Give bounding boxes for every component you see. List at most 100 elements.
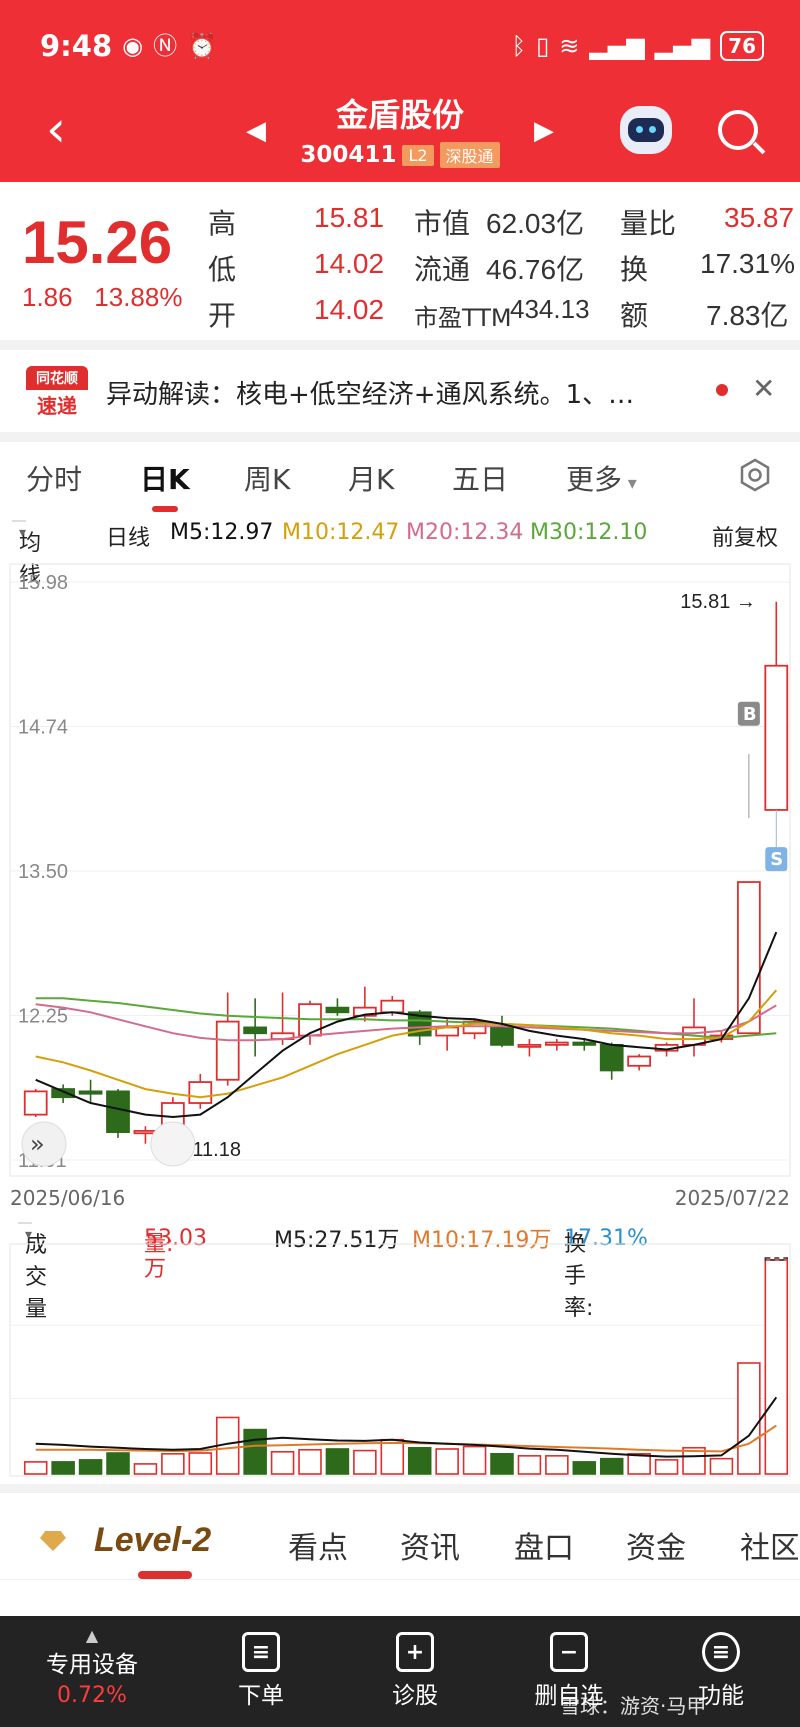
tab-level2[interactable]: Level-2	[94, 1521, 211, 1560]
stock-name: 金盾股份	[335, 96, 464, 134]
gear-icon[interactable]	[738, 458, 772, 492]
alarm-icon: ⏰	[187, 32, 217, 60]
pe-value: 434.13	[510, 294, 590, 324]
turnover-value: 17.31%	[700, 248, 795, 279]
quote-panel: 15.26 1.86 13.88% 高 15.81 低 14.02 开 14.0…	[0, 182, 800, 332]
candle-body	[51, 1088, 76, 1099]
industry-button[interactable]: ▲ 专用设备 0.72%	[30, 1626, 154, 1708]
date-end: 2025/07/22	[674, 1186, 790, 1210]
battery-icon: 76	[720, 31, 764, 61]
watermark: 雪球：游资·马甲	[560, 1694, 707, 1718]
tab-daily-k[interactable]: 日K	[140, 458, 190, 498]
volume-bar	[737, 1362, 761, 1475]
ma10-value: M10:12.47	[282, 520, 400, 545]
volume-bar	[517, 1455, 542, 1475]
volume-ma10-line	[35, 1424, 777, 1453]
tab-weekly-k[interactable]: 周K	[244, 458, 290, 498]
tab-monthly-k[interactable]: 月K	[348, 458, 394, 498]
candle-body	[627, 1055, 652, 1067]
candle-body	[78, 1090, 103, 1095]
tab-more[interactable]: 更多 ▾	[566, 458, 637, 498]
ma20-value: M20:12.34	[406, 520, 524, 545]
volume-bar	[270, 1451, 295, 1475]
nfc-icon: Ⓝ	[153, 32, 178, 60]
volume-bar	[572, 1461, 597, 1475]
volume-bar	[545, 1455, 569, 1475]
candle-body	[215, 1020, 240, 1081]
y-tick-label: 12.25	[18, 1006, 68, 1028]
volume-bar	[243, 1428, 267, 1475]
active-tab-indicator	[138, 1571, 192, 1579]
tab-funds[interactable]: 资金	[626, 1523, 686, 1567]
signal-icon-2: ▂▄▆	[654, 32, 711, 60]
candle-body	[599, 1043, 624, 1072]
vibrate-icon: ▯	[536, 32, 550, 60]
chevron-down-icon: ▾	[19, 525, 27, 541]
volume-chart[interactable]	[0, 1232, 800, 1482]
crosshair-icon	[150, 1121, 196, 1167]
triangle-up-icon: ▲	[85, 1626, 99, 1645]
notice-bar[interactable]: 同花顺 速递 异动解读：核电+低空经济+通风系统。1、…	[0, 352, 800, 432]
ths-express-logo: 同花顺 速递	[26, 366, 88, 418]
volume-bar	[490, 1453, 514, 1475]
candle-body	[517, 1043, 542, 1048]
tab-community[interactable]: 社区	[740, 1523, 798, 1567]
max-price-label: 15.81 →	[680, 591, 756, 613]
candle-body	[380, 999, 405, 1014]
kline-chart[interactable]: 15.9814.7413.5012.2511.0115.81 →← 11.18B…	[0, 552, 800, 1184]
chevron-down-icon: ▾	[622, 473, 637, 494]
level2-tabs: Level-2 看点 资讯 盘口 资金 社区	[0, 1492, 800, 1580]
diagnose-button[interactable]: + 诊股	[380, 1632, 450, 1710]
volume-ratio-label: 量比	[620, 207, 677, 240]
volume-bar	[298, 1448, 322, 1475]
high-label: 高	[208, 207, 237, 240]
volume-bar	[51, 1461, 75, 1475]
volume-bar	[764, 1259, 789, 1475]
close-icon[interactable]: ✕	[752, 372, 775, 405]
low-label: 低	[208, 253, 237, 286]
candle-body	[23, 1090, 48, 1116]
notice-text[interactable]: 异动解读：核电+低空经济+通风系统。1、…	[106, 374, 634, 411]
tab-highlights[interactable]: 看点	[288, 1523, 348, 1567]
change-percent: 13.88%	[94, 282, 183, 312]
change-value: 1.86	[22, 282, 73, 312]
stock-header: 9:48 ◉ Ⓝ ⏰ ᛒ ▯ ≋ ▂▄▆ ▂▄▆ 76 ‹ ◀ ▶ 金盾股份 3…	[0, 0, 800, 182]
ma-period: 日线	[106, 526, 151, 551]
bluetooth-icon: ᛒ	[511, 32, 527, 60]
search-icon[interactable]	[718, 110, 758, 150]
tab-intraday[interactable]: 分时	[26, 458, 82, 498]
candle-body	[133, 1130, 158, 1135]
tab-news[interactable]: 资讯	[400, 1523, 460, 1567]
adjust-mode[interactable]: 前复权	[712, 520, 778, 552]
turnover-label: 换	[620, 253, 649, 286]
period-tabs: 分时 日K 周K 月K 五日 更多 ▾	[0, 448, 800, 518]
volume-ma5-line	[35, 1396, 778, 1458]
chart-frame	[9, 563, 791, 1177]
candle-body	[544, 1041, 569, 1046]
ma30-value: M30:12.10	[530, 520, 648, 545]
stock-code-row: 300411 L2 深股通	[0, 142, 800, 168]
order-button[interactable]: ≡ 下单	[226, 1632, 296, 1710]
candle-body	[188, 1081, 213, 1104]
volume-bar	[407, 1446, 432, 1475]
tab-orderbook[interactable]: 盘口	[514, 1523, 574, 1567]
tab-five-day[interactable]: 五日	[452, 458, 508, 498]
volume-bar	[133, 1463, 158, 1475]
candle-body	[764, 664, 789, 811]
buy-marker-label: B	[743, 704, 757, 725]
robot-assistant-icon[interactable]	[620, 106, 672, 154]
y-tick-label: 15.98	[18, 572, 68, 594]
volume-bar	[709, 1457, 734, 1475]
volume-dropdown[interactable]: 成交量 ▾	[18, 1222, 47, 1322]
volume-bar	[161, 1453, 185, 1475]
ma-legend: 均线 ▾ 日线 M5:12.97 M10:12.47 M20:12.34 M30…	[0, 516, 800, 588]
ma-dropdown[interactable]: 均线 ▾	[12, 520, 41, 588]
volume-bar	[23, 1461, 48, 1475]
float-label: 流通	[414, 253, 471, 286]
candle-body	[325, 1006, 350, 1014]
level2-tag: L2	[402, 144, 434, 166]
float-value: 46.76亿	[486, 254, 585, 285]
medkit-icon: +	[396, 1632, 434, 1672]
low-value: 14.02	[314, 248, 385, 279]
high-value: 15.81	[314, 202, 385, 233]
